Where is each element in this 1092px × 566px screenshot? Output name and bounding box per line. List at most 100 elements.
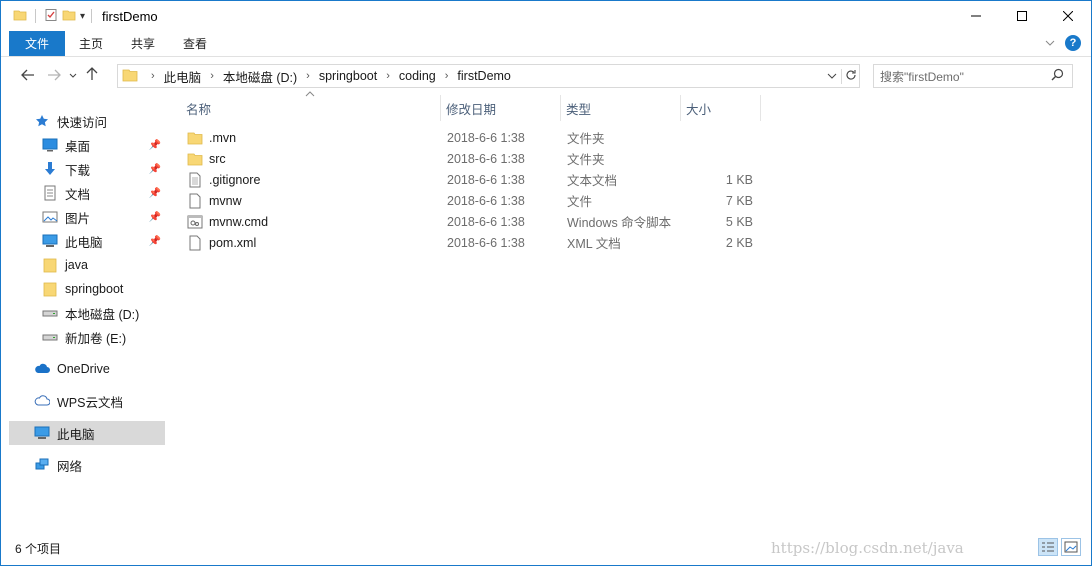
- file-date: 2018-6-6 1:38: [447, 130, 525, 145]
- properties-icon[interactable]: [44, 8, 58, 25]
- tab-file[interactable]: 文件: [9, 31, 66, 56]
- close-button[interactable]: [1045, 1, 1091, 31]
- file-type: XML 文档: [567, 237, 621, 251]
- pin-icon[interactable]: 📌: [149, 140, 161, 151]
- file-type: 文件夹: [567, 132, 605, 146]
- sidebar-item-label: 快速访问: [57, 115, 108, 130]
- search-box[interactable]: 搜索"firstDemo": [873, 64, 1073, 88]
- address-bar[interactable]: › 此电脑 › 本地磁盘 (D:) › springboot › coding …: [117, 64, 860, 88]
- file-icon: [187, 193, 203, 209]
- crumb-drive-d[interactable]: 本地磁盘 (D:): [223, 67, 297, 86]
- drive-icon: [41, 305, 59, 321]
- sidebar-item-label: WPS云文档: [57, 395, 123, 410]
- customize-toolbar-icon[interactable]: ▾: [80, 11, 85, 22]
- picture-icon: [41, 209, 59, 225]
- tab-share[interactable]: 共享: [117, 31, 169, 56]
- folder-icon: [13, 8, 27, 25]
- file-name: mvnw.cmd: [209, 214, 269, 229]
- file-row[interactable]: mvnw 2018-6-6 1:38 文件 7 KB: [181, 190, 761, 211]
- sidebar-item-wps-cloud[interactable]: WPS云文档: [9, 389, 165, 413]
- chevron-right-icon[interactable]: ›: [306, 70, 310, 82]
- text-file-icon: [187, 172, 203, 188]
- chevron-right-icon[interactable]: ›: [210, 70, 214, 82]
- forward-arrow-icon[interactable]: [41, 68, 67, 85]
- search-input[interactable]: 搜索"firstDemo": [880, 68, 964, 85]
- title-bar: ▾ firstDemo: [1, 1, 1091, 31]
- back-arrow-icon[interactable]: [15, 68, 41, 85]
- sidebar-item-desktop[interactable]: 桌面 📌: [9, 133, 165, 157]
- file-row[interactable]: src 2018-6-6 1:38 文件夹: [181, 148, 761, 169]
- file-date: 2018-6-6 1:38: [447, 151, 525, 166]
- help-icon[interactable]: ?: [1065, 35, 1081, 51]
- crumb-firstdemo[interactable]: firstDemo: [457, 69, 510, 83]
- computer-icon: [33, 425, 51, 441]
- sidebar-item-drive-e[interactable]: 新加卷 (E:): [9, 325, 165, 349]
- watermark: https://blog.csdn.net/java: [771, 539, 964, 557]
- sidebar-item-drive-d[interactable]: 本地磁盘 (D:): [9, 301, 165, 325]
- file-date: 2018-6-6 1:38: [447, 193, 525, 208]
- sidebar-item-pictures[interactable]: 图片 📌: [9, 205, 165, 229]
- cloud-outline-icon: [33, 393, 51, 409]
- desktop-icon: [41, 137, 59, 153]
- tab-view[interactable]: 查看: [169, 31, 221, 56]
- file-name: .mvn: [209, 130, 237, 145]
- sidebar-item-label: java: [65, 258, 88, 272]
- folder-icon: [122, 67, 138, 86]
- sidebar-item-label: 网络: [57, 459, 83, 474]
- crumb-this-pc[interactable]: 此电脑: [164, 67, 202, 86]
- file-size: 7 KB: [725, 193, 753, 208]
- file-name: .gitignore: [209, 172, 261, 187]
- sidebar-item-network[interactable]: 网络: [9, 453, 165, 477]
- pin-icon[interactable]: 📌: [149, 164, 161, 175]
- sort-ascending-icon: [305, 89, 315, 100]
- sidebar-item-springboot[interactable]: springboot: [9, 277, 165, 301]
- pin-icon[interactable]: 📌: [149, 188, 161, 199]
- folder-icon: [41, 281, 59, 297]
- column-date-modified[interactable]: 修改日期: [441, 95, 561, 121]
- folder-icon: [187, 130, 203, 146]
- file-row[interactable]: .mvn 2018-6-6 1:38 文件夹: [181, 127, 761, 148]
- chevron-right-icon[interactable]: ›: [386, 70, 390, 82]
- sidebar-item-onedrive[interactable]: OneDrive: [9, 357, 165, 381]
- large-icons-view-icon[interactable]: [1061, 538, 1081, 556]
- file-row[interactable]: .gitignore 2018-6-6 1:38 文本文档 1 KB: [181, 169, 761, 190]
- column-type[interactable]: 类型: [561, 95, 681, 121]
- sidebar-item-documents[interactable]: 文档 📌: [9, 181, 165, 205]
- item-count: 6 个项目: [15, 541, 62, 556]
- up-arrow-icon[interactable]: [79, 67, 105, 85]
- file-row[interactable]: mvnw.cmd 2018-6-6 1:38 Windows 命令脚本 5 KB: [181, 211, 761, 232]
- column-header-row: 名称 修改日期 类型 大小: [181, 91, 761, 121]
- sidebar-item-this-pc[interactable]: 此电脑: [9, 421, 165, 445]
- chevron-down-icon[interactable]: [823, 69, 841, 83]
- file-type: 文件: [567, 195, 593, 209]
- refresh-icon[interactable]: [841, 68, 859, 84]
- search-icon[interactable]: [1051, 68, 1064, 84]
- cloud-icon: [33, 361, 51, 377]
- navigation-bar: › 此电脑 › 本地磁盘 (D:) › springboot › coding …: [1, 61, 1091, 91]
- sidebar-item-this-pc-pinned[interactable]: 此电脑 📌: [9, 229, 165, 253]
- sidebar-item-downloads[interactable]: 下载 📌: [9, 157, 165, 181]
- file-row[interactable]: pom.xml 2018-6-6 1:38 XML 文档 2 KB: [181, 232, 761, 253]
- breadcrumb: › 此电脑 › 本地磁盘 (D:) › springboot › coding …: [142, 67, 511, 86]
- recent-locations-icon[interactable]: [67, 71, 79, 81]
- file-date: 2018-6-6 1:38: [447, 235, 525, 250]
- column-size[interactable]: 大小: [681, 95, 761, 121]
- maximize-button[interactable]: [999, 1, 1045, 31]
- tab-home[interactable]: 主页: [65, 31, 117, 56]
- crumb-coding[interactable]: coding: [399, 69, 436, 83]
- sidebar-item-label: 此电脑: [57, 427, 95, 442]
- sidebar-item-quick-access[interactable]: 快速访问: [9, 109, 165, 133]
- minimize-button[interactable]: [953, 1, 999, 31]
- pin-icon[interactable]: 📌: [149, 212, 161, 223]
- sidebar-item-java[interactable]: java: [9, 253, 165, 277]
- chevron-right-icon[interactable]: ›: [151, 70, 155, 82]
- chevron-right-icon[interactable]: ›: [445, 70, 449, 82]
- file-date: 2018-6-6 1:38: [447, 172, 525, 187]
- details-view-icon[interactable]: [1038, 538, 1058, 556]
- sidebar-item-label: 新加卷 (E:): [65, 331, 127, 346]
- new-folder-icon[interactable]: [62, 8, 76, 25]
- expand-ribbon-icon[interactable]: [1045, 36, 1055, 50]
- document-icon: [41, 185, 59, 201]
- crumb-springboot[interactable]: springboot: [319, 69, 377, 83]
- pin-icon[interactable]: 📌: [149, 236, 161, 247]
